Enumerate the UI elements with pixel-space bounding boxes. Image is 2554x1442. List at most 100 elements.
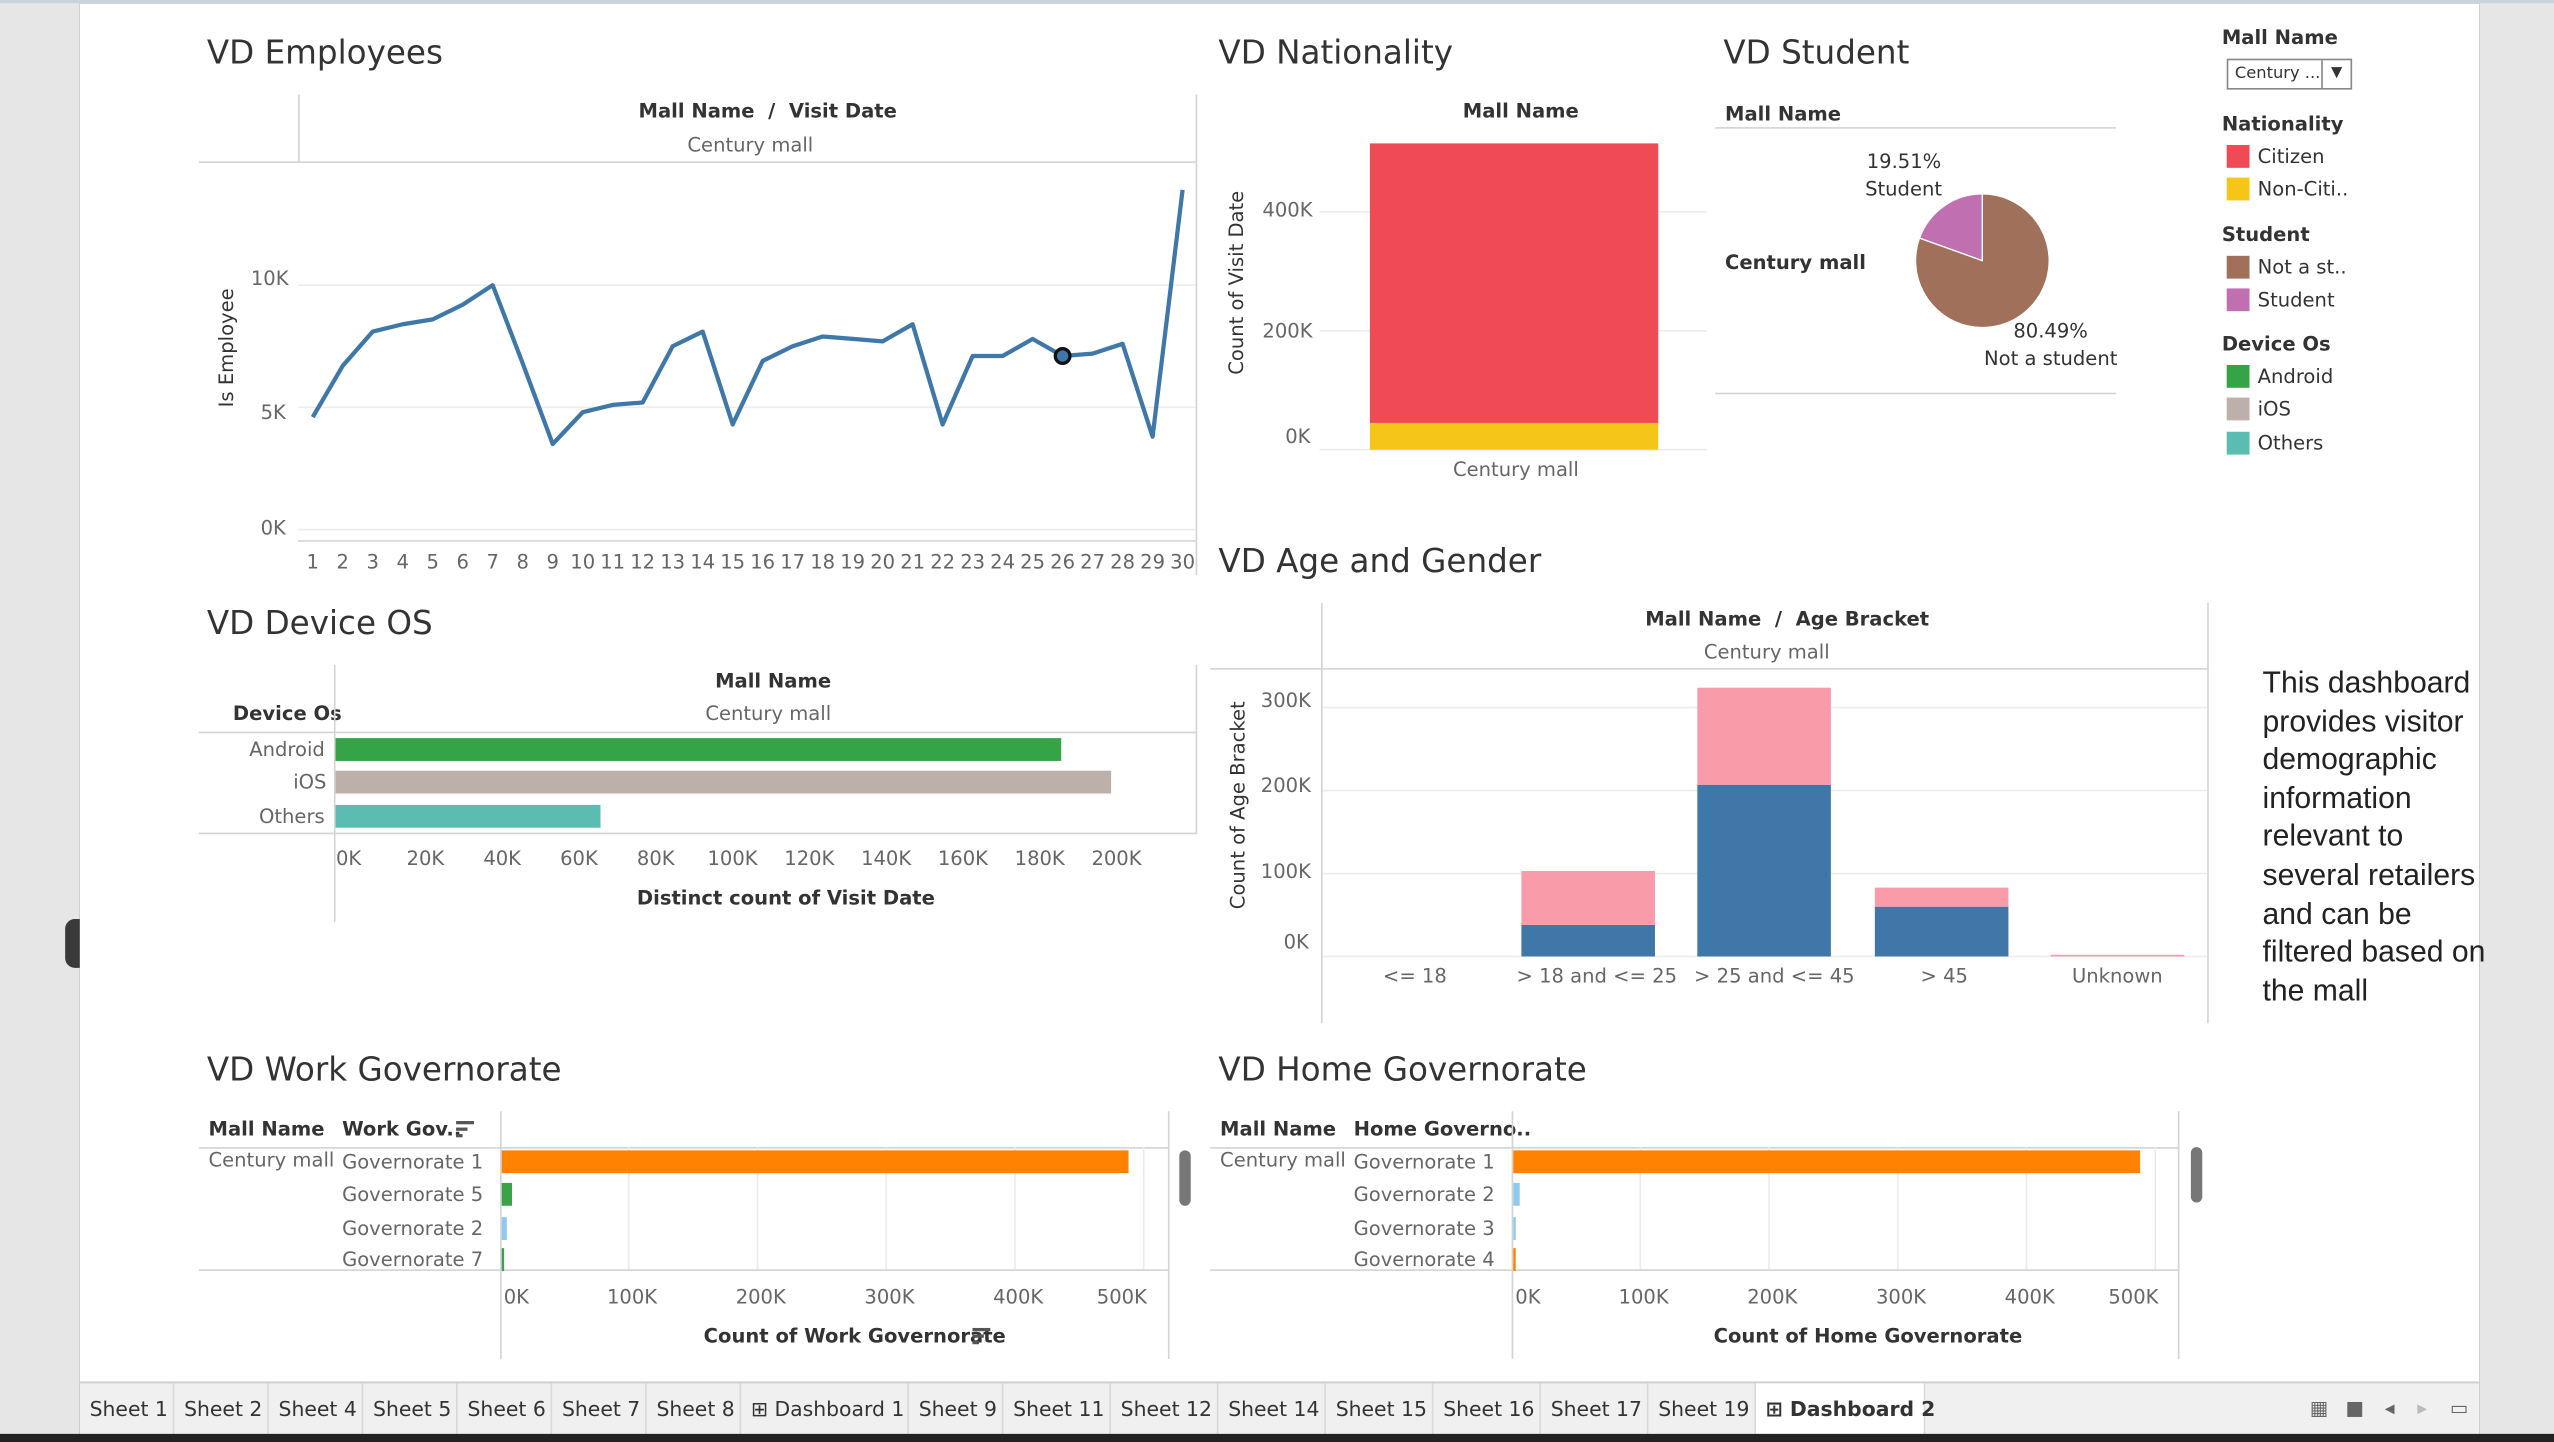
device-title: VD Device OS bbox=[206, 602, 433, 642]
sheet-tab[interactable]: Sheet 16 bbox=[1433, 1383, 1541, 1436]
sheet-tab-label: Sheet 11 bbox=[1013, 1396, 1105, 1421]
legend-swatch-non-citizen[interactable] bbox=[2226, 177, 2250, 201]
governorate-xtick: 100K bbox=[607, 1286, 658, 1309]
sheet-tab-label: Sheet 12 bbox=[1120, 1396, 1212, 1421]
sheet-tab[interactable]: Sheet 17 bbox=[1541, 1383, 1649, 1436]
device-xtick: 140K bbox=[861, 847, 912, 870]
work-row-label: Governorate 7 bbox=[342, 1248, 484, 1271]
legend-item-others[interactable]: Others bbox=[2258, 432, 2324, 455]
sheet-tab[interactable]: Sheet 1 bbox=[80, 1383, 175, 1436]
work-col-mall: Mall Name bbox=[208, 1117, 325, 1141]
employees-xtick: 12 bbox=[630, 551, 655, 574]
dashboard-icon: ⊞ bbox=[1765, 1396, 1790, 1421]
sheet-tab[interactable]: Sheet 19 bbox=[1648, 1383, 1756, 1436]
employees-xtick: 20 bbox=[870, 551, 895, 574]
device-bar-chart: 0K 20K 40K 60K 80K 100K 120K 140K 160K 180K 200K bbox=[335, 738, 1143, 870]
age-ytick: 0K bbox=[1283, 930, 1309, 954]
sheet-tab[interactable]: ⊞ Dashboard 2 bbox=[1755, 1383, 1935, 1436]
legend-swatch-citizen[interactable] bbox=[2226, 145, 2250, 168]
home-row-label: Governorate 4 bbox=[1353, 1248, 1495, 1271]
work-col-governorate: Work Gov.. bbox=[342, 1117, 462, 1141]
age-category: <= 18 bbox=[1382, 964, 1447, 988]
filmstrip-icon[interactable]: ■ bbox=[2346, 1396, 2364, 1419]
sheet-tab[interactable]: Sheet 2 bbox=[174, 1383, 269, 1436]
employees-xtick: 8 bbox=[516, 551, 528, 574]
sheet-tab[interactable]: Sheet 11 bbox=[1003, 1383, 1111, 1436]
device-xtick: 20K bbox=[407, 847, 446, 870]
sheet-tab[interactable]: Sheet 8 bbox=[647, 1383, 742, 1436]
work-row-label: Governorate 5 bbox=[342, 1182, 484, 1206]
home-title: VD Home Governorate bbox=[1218, 1049, 1587, 1089]
dropdown-arrow-icon[interactable]: ▼ bbox=[2321, 60, 2350, 88]
governorate-xtick: 200K bbox=[1747, 1286, 1798, 1309]
mall-name-filter-dropdown[interactable]: Century ... ▼ bbox=[2226, 58, 2353, 90]
employees-xtick: 14 bbox=[690, 551, 715, 574]
student-title: VD Student bbox=[1723, 32, 1910, 72]
legend-swatch-not-student[interactable] bbox=[2226, 255, 2250, 279]
legend-item-student[interactable]: Student bbox=[2258, 288, 2335, 311]
work-scrollbar[interactable] bbox=[1179, 1150, 1191, 1206]
age-bar-segment bbox=[2050, 954, 2185, 957]
sheet-tab-label: Sheet 2 bbox=[184, 1396, 263, 1421]
age-category: > 45 bbox=[1920, 964, 1968, 988]
sheet-tab-label: Sheet 17 bbox=[1550, 1396, 1642, 1421]
legend-swatch-student[interactable] bbox=[2226, 288, 2250, 312]
legend-item-citizen[interactable]: Citizen bbox=[2258, 145, 2325, 168]
legend-nationality-title: Nationality bbox=[2221, 112, 2344, 136]
legend-swatch-ios[interactable] bbox=[2226, 397, 2250, 421]
age-ylabel: Count of Age Bracket bbox=[1226, 701, 1250, 910]
nationality-ytick: 0K bbox=[1285, 425, 1311, 449]
nationality-title: VD Nationality bbox=[1218, 32, 1454, 72]
sheet-tab-label: Sheet 14 bbox=[1228, 1396, 1320, 1421]
device-xtick: 180K bbox=[1015, 847, 1066, 870]
legend-item-android[interactable]: Android bbox=[2258, 365, 2334, 388]
prev-sheet-icon[interactable]: ◂ bbox=[2385, 1396, 2395, 1419]
age-category: > 25 and <= 45 bbox=[1694, 964, 1855, 988]
sheet-tab[interactable]: Sheet 14 bbox=[1218, 1383, 1326, 1436]
sheet-tab[interactable]: Sheet 7 bbox=[552, 1383, 647, 1436]
sheet-tab-label: Dashboard 2 bbox=[1789, 1396, 1936, 1421]
employees-xtick: 2 bbox=[337, 551, 349, 574]
sheet-tab-label: Sheet 15 bbox=[1335, 1396, 1427, 1421]
nationality-ylabel: Count of Visit Date bbox=[1224, 190, 1248, 375]
governorate-xtick: 400K bbox=[993, 1286, 1044, 1309]
device-xtick: 100K bbox=[707, 847, 758, 870]
device-xtick: 60K bbox=[560, 847, 599, 870]
sheet-tab[interactable]: ⊞ Dashboard 1 bbox=[741, 1383, 909, 1436]
sheet-tab-label: Sheet 8 bbox=[656, 1396, 735, 1421]
sheet-tab[interactable]: Sheet 9 bbox=[909, 1383, 1004, 1436]
student-bottom-rule bbox=[1715, 392, 2116, 395]
legend-swatch-others[interactable] bbox=[2226, 431, 2250, 455]
grid-view-icon[interactable]: ▦ bbox=[2310, 1396, 2328, 1419]
legend-swatch-android[interactable] bbox=[2226, 364, 2250, 388]
home-governorate-bar-chart: 0K 100K 200K 300K 400K 500K bbox=[1513, 1147, 2160, 1309]
sheet-tab[interactable]: Sheet 4 bbox=[269, 1383, 364, 1436]
home-scrollbar[interactable] bbox=[2190, 1147, 2203, 1203]
sort-icon[interactable] bbox=[456, 1119, 475, 1137]
sheet-tab-bar: Sheet 1 Sheet 2 Sheet 4 Sheet 5 Sheet 6 Sheet… bbox=[79, 1381, 2480, 1436]
home-mall-label: Century mall bbox=[1220, 1148, 1346, 1172]
age-ytick: 200K bbox=[1260, 773, 1311, 797]
employees-xtick: 10 bbox=[570, 551, 595, 574]
sheet-tab[interactable]: Sheet 5 bbox=[363, 1383, 458, 1436]
sheet-tab[interactable]: Sheet 15 bbox=[1326, 1383, 1434, 1436]
age-bar-segment bbox=[1697, 784, 1831, 957]
sheet-tab[interactable]: Sheet 12 bbox=[1111, 1383, 1219, 1436]
next-sheet-icon[interactable]: ▸ bbox=[2417, 1396, 2427, 1419]
device-bar bbox=[335, 738, 1062, 761]
governorate-xtick: 100K bbox=[1619, 1286, 1670, 1309]
age-bar-segment bbox=[1521, 924, 1655, 957]
legend-item-ios[interactable]: iOS bbox=[2258, 398, 2291, 421]
filter-label: Mall Name bbox=[2221, 26, 2338, 49]
bar-citizen bbox=[1369, 143, 1659, 423]
employees-ytick: 10K bbox=[250, 267, 289, 291]
legend-item-not-student[interactable]: Not a st.. bbox=[2258, 256, 2347, 279]
sheet-tab[interactable]: Sheet 6 bbox=[458, 1383, 553, 1436]
sort-icon[interactable] bbox=[972, 1326, 991, 1344]
presentation-icon[interactable]: ▭ bbox=[2450, 1396, 2468, 1419]
home-row-label: Governorate 3 bbox=[1353, 1217, 1495, 1240]
bar-non-citizen bbox=[1369, 422, 1659, 450]
employees-xtick: 21 bbox=[900, 551, 925, 574]
legend-item-non-citizen[interactable]: Non-Citi.. bbox=[2258, 178, 2349, 201]
sheet-tab-label: Sheet 7 bbox=[561, 1396, 641, 1421]
